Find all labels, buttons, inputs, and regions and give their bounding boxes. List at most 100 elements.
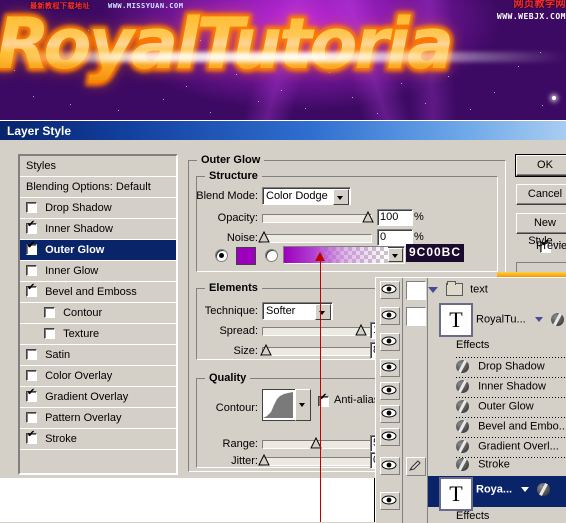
checkbox-inner-shadow[interactable] (26, 223, 37, 234)
radio-gradient[interactable] (265, 249, 278, 262)
jitter-slider-track[interactable] (262, 457, 372, 466)
styles-list[interactable]: Styles Blending Options: Default Drop Sh… (18, 154, 178, 475)
chevron-down-icon[interactable] (428, 287, 438, 293)
style-row-drop-shadow[interactable]: Drop Shadow (20, 198, 176, 219)
layers-lock-column (403, 278, 428, 523)
checkbox-satin[interactable] (26, 349, 37, 360)
eye-icon[interactable] (380, 405, 400, 423)
fx-icon[interactable] (551, 313, 564, 326)
style-row-gradient-overlay[interactable]: Gradient Overlay (20, 387, 176, 408)
eye-icon[interactable] (380, 382, 400, 400)
opacity-unit: % (414, 211, 426, 223)
layer-link-box[interactable] (406, 307, 426, 326)
layer-group-text[interactable]: text (428, 283, 566, 296)
layer-thumbnail-text-2[interactable]: T (439, 477, 473, 511)
eye-icon[interactable] (380, 307, 400, 325)
size-slider-track[interactable] (262, 347, 372, 356)
style-row-pattern-overlay[interactable]: Pattern Overlay (20, 408, 176, 429)
style-label-bevel-and-emboss: Bevel and Emboss (45, 286, 137, 298)
gradient-chevron-down-icon[interactable] (388, 248, 403, 262)
effect-label-drop-shadow: Drop Shadow (478, 360, 545, 372)
preview-label: Preview (536, 240, 566, 252)
style-label-color-overlay: Color Overlay (45, 370, 112, 382)
style-row-stroke[interactable]: Stroke (20, 429, 176, 450)
noise-slider-thumb[interactable] (258, 231, 270, 243)
paintbrush-icon[interactable] (406, 457, 426, 476)
eye-icon[interactable] (380, 492, 400, 510)
effects-divider (456, 397, 566, 398)
size-slider-thumb[interactable] (260, 344, 272, 356)
layer-thumbnail-text[interactable]: T (439, 303, 473, 337)
blending-options-row[interactable]: Blending Options: Default (20, 177, 176, 198)
technique-chevron-down-icon[interactable] (315, 304, 331, 320)
opacity-slider-thumb[interactable] (362, 211, 374, 223)
chevron-down-icon[interactable] (333, 189, 349, 205)
noise-slider-track[interactable] (262, 234, 372, 243)
fx-icon (456, 360, 469, 373)
fx-icon (456, 440, 469, 453)
checkbox-color-overlay[interactable] (26, 370, 37, 381)
layer-name-royaltu: RoyalTu... (476, 313, 526, 325)
style-row-satin[interactable]: Satin (20, 345, 176, 366)
opacity-slider-track[interactable] (262, 214, 372, 223)
style-row-outer-glow[interactable]: Outer Glow (20, 240, 176, 261)
layer-row-roya-content[interactable]: Roya... (476, 483, 566, 496)
checkbox-stroke[interactable] (26, 433, 37, 444)
technique-value: Softer (266, 305, 295, 317)
blend-mode-value: Color Dodge (266, 190, 328, 202)
jitter-slider-thumb[interactable] (258, 454, 270, 466)
fx-icon[interactable] (537, 483, 550, 496)
eye-icon[interactable] (380, 457, 400, 475)
glow-color-swatch[interactable] (236, 247, 256, 265)
fx-icon (456, 380, 469, 393)
effects-chevron-down-icon-2[interactable] (521, 487, 529, 492)
site-banner: RoyalTutoria RoyalTutoria 最新教程下载地址 WWW.M… (0, 0, 566, 120)
opacity-input[interactable]: 100 (377, 209, 413, 226)
effect-row-outer-glow[interactable]: Outer Glow (456, 400, 566, 413)
styles-list-header[interactable]: Styles (20, 156, 176, 177)
radio-solid-color[interactable] (215, 249, 228, 262)
layers-palette: text T RoyalTu... Effects Drop Shadow In… (375, 277, 566, 523)
checkbox-inner-glow[interactable] (26, 265, 37, 276)
blend-mode-select[interactable]: Color Dodge (262, 187, 351, 205)
style-row-bevel-and-emboss[interactable]: Bevel and Emboss (20, 282, 176, 303)
spread-slider-thumb[interactable] (355, 324, 367, 336)
technique-select[interactable]: Softer (262, 302, 333, 320)
effect-row-inner-shadow[interactable]: Inner Shadow (456, 380, 566, 393)
layer-row-royaltu[interactable]: RoyalTu... (476, 313, 566, 326)
effects-divider (456, 357, 566, 358)
style-row-inner-shadow[interactable]: Inner Shadow (20, 219, 176, 240)
effect-row-gradient-overlay[interactable]: Gradient Overl... (456, 440, 566, 453)
new-style-button[interactable]: New Style... (516, 213, 566, 234)
ok-button[interactable]: OK (516, 155, 566, 176)
cancel-button[interactable]: Cancel (516, 184, 566, 205)
style-row-inner-glow[interactable]: Inner Glow (20, 261, 176, 282)
contour-chevron-down-icon[interactable] (295, 389, 311, 421)
effect-row-stroke[interactable]: Stroke (456, 458, 566, 471)
dialog-titlebar[interactable]: Layer Style (0, 121, 566, 140)
effect-row-bevel-and-emboss[interactable]: Bevel and Embo... (456, 420, 566, 433)
gradient-picker[interactable] (283, 246, 405, 264)
checkbox-outer-glow[interactable] (26, 244, 37, 255)
checkbox-contour[interactable] (44, 307, 55, 318)
effects-chevron-down-icon[interactable] (535, 317, 543, 322)
eye-icon[interactable] (380, 333, 400, 351)
checkbox-texture[interactable] (44, 328, 55, 339)
checkbox-bevel-and-emboss[interactable] (26, 286, 37, 297)
effect-label-bevel-and-emboss: Bevel and Embo... (478, 420, 566, 432)
style-label-gradient-overlay: Gradient Overlay (45, 391, 128, 403)
dialog-title: Layer Style (7, 124, 71, 138)
eye-icon[interactable] (380, 281, 400, 299)
effect-row-drop-shadow[interactable]: Drop Shadow (456, 360, 566, 373)
style-row-color-overlay[interactable]: Color Overlay (20, 366, 176, 387)
layer-link-box[interactable] (406, 281, 426, 300)
style-row-contour[interactable]: Contour (20, 303, 176, 324)
eye-icon[interactable] (380, 428, 400, 446)
noise-label: Noise: (196, 232, 258, 244)
checkbox-pattern-overlay[interactable] (26, 412, 37, 423)
style-row-texture[interactable]: Texture (20, 324, 176, 345)
checkbox-gradient-overlay[interactable] (26, 391, 37, 402)
eye-icon[interactable] (380, 359, 400, 377)
checkbox-drop-shadow[interactable] (26, 202, 37, 213)
contour-preview[interactable] (262, 389, 296, 421)
